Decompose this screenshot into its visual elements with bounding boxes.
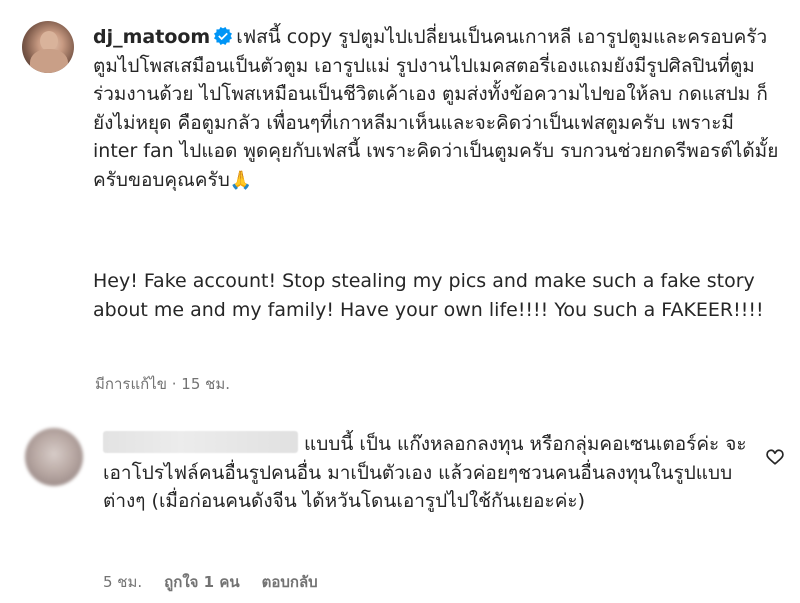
main-comment-english-text: Hey! Fake account! Stop stealing my pics… <box>93 270 764 321</box>
redacted-username[interactable] <box>103 431 298 453</box>
like-count-button[interactable]: ถูกใจ 1 คน <box>164 570 239 594</box>
username[interactable]: dj_matoom <box>93 26 210 48</box>
reply-time: 5 ชม. <box>103 573 143 591</box>
user-avatar[interactable] <box>22 21 74 73</box>
verified-badge-icon <box>214 27 233 45</box>
reply-button[interactable]: ตอบกลับ <box>262 570 318 594</box>
main-comment-meta: มีการแก้ไข · 15 ชม. <box>95 375 230 393</box>
blurred-avatar[interactable] <box>25 428 83 486</box>
reply-comment-body: แบบนี้ เป็น แก๊งหลอกลงทุน หรือกลุ่มคอเซน… <box>103 430 753 516</box>
main-comment-text: เฟสนี้ copy รูปตูมไปเปลี่ยนเป็นคนเกาหลี … <box>93 26 779 191</box>
heart-outline-icon[interactable] <box>765 447 785 467</box>
reply-comment-meta: 5 ชม. ถูกใจ 1 คน ตอบกลับ <box>103 570 340 594</box>
pray-emoji: 🙏 <box>229 169 253 191</box>
main-comment-body: dj_matoom เฟสนี้ copy รูปตูมไปเปลี่ยนเป็น… <box>93 23 783 195</box>
